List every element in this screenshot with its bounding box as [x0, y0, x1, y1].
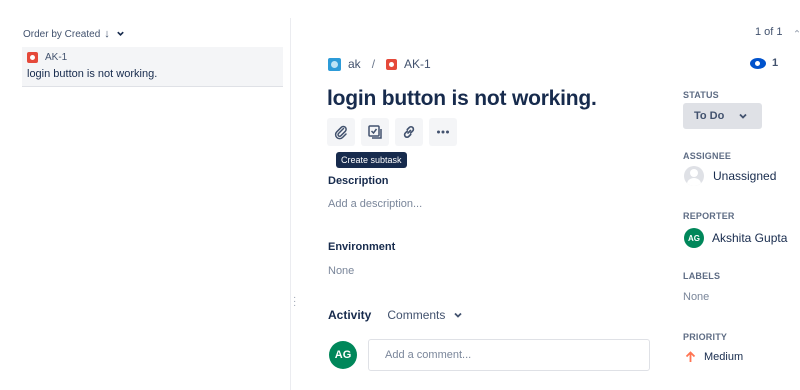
breadcrumb-project[interactable]: ak — [348, 57, 361, 71]
breadcrumb-separator: / — [371, 57, 376, 71]
activity-filter-label: Comments — [387, 308, 446, 322]
pager-text: 1 of 1 — [755, 26, 783, 38]
order-by-dropdown[interactable]: Order by Created ↓ — [23, 28, 125, 40]
priority-label: PRIORITY — [683, 332, 728, 342]
panel-divider — [290, 18, 291, 390]
attach-button[interactable] — [327, 118, 355, 146]
assignee-field[interactable]: Unassigned — [684, 166, 776, 186]
issue-list-item[interactable]: AK-1 login button is not working. — [22, 47, 283, 87]
status-label: STATUS — [683, 90, 719, 100]
activity-filter-dropdown[interactable]: Comments — [387, 308, 463, 322]
link-icon — [403, 126, 415, 138]
watchers-button[interactable]: 1 — [750, 57, 778, 69]
attach-icon — [334, 125, 347, 140]
priority-value: Medium — [704, 351, 744, 363]
breadcrumb: ak / AK-1 — [328, 57, 431, 71]
issue-key-row: AK-1 — [27, 52, 67, 63]
status-value: To Do — [694, 110, 725, 122]
tooltip-create-subtask: Create subtask — [336, 152, 407, 168]
order-by-label: Order by Created — [23, 28, 101, 40]
bug-icon — [27, 52, 38, 63]
more-icon — [437, 130, 449, 134]
comment-input[interactable]: Add a comment... — [368, 339, 650, 371]
chevron-down-icon — [739, 113, 747, 119]
create-subtask-button[interactable] — [361, 118, 389, 146]
bug-icon — [386, 58, 398, 70]
chevron-down-icon[interactable] — [116, 29, 125, 40]
issue-toolbar — [327, 118, 457, 146]
avatar: AG — [329, 341, 357, 369]
issue-list-panel: Order by Created ↓ AK-1 login button is … — [0, 0, 290, 390]
status-dropdown[interactable]: To Do — [683, 103, 762, 129]
activity-header: Activity Comments — [328, 308, 463, 322]
labels-label: LABELS — [683, 271, 721, 281]
unassigned-avatar-icon — [684, 166, 704, 186]
pager-up-icon[interactable] — [794, 26, 800, 37]
issue-key: AK-1 — [45, 52, 68, 63]
environment-label: Environment — [328, 241, 396, 253]
reporter-field[interactable]: AG Akshita Gupta — [684, 228, 787, 248]
project-icon — [328, 57, 341, 71]
issue-title[interactable]: login button is not working. — [327, 87, 597, 111]
reporter-value: Akshita Gupta — [712, 231, 788, 245]
resize-handle-icon[interactable]: · · · — [293, 293, 296, 311]
reporter-label: REPORTER — [683, 211, 735, 221]
more-actions-button[interactable] — [429, 118, 457, 146]
chevron-down-icon — [454, 312, 463, 318]
link-issue-button[interactable] — [395, 118, 423, 146]
labels-value[interactable]: None — [683, 291, 709, 303]
subtask-icon — [368, 125, 382, 139]
watchers-count: 1 — [772, 57, 779, 69]
description-input[interactable]: Add a description... — [328, 198, 422, 210]
activity-label: Activity — [328, 308, 372, 322]
assignee-label: ASSIGNEE — [683, 151, 732, 161]
description-label: Description — [328, 175, 389, 187]
priority-field[interactable]: Medium — [685, 351, 743, 363]
breadcrumb-issue-key[interactable]: AK-1 — [404, 57, 431, 71]
eye-icon — [750, 57, 766, 69]
arrow-up-icon — [685, 351, 696, 362]
assignee-value: Unassigned — [713, 169, 777, 183]
environment-value[interactable]: None — [328, 265, 354, 277]
avatar: AG — [684, 228, 704, 248]
sort-arrow-icon[interactable]: ↓ — [104, 28, 110, 40]
issue-summary: login button is not working. — [27, 68, 158, 80]
